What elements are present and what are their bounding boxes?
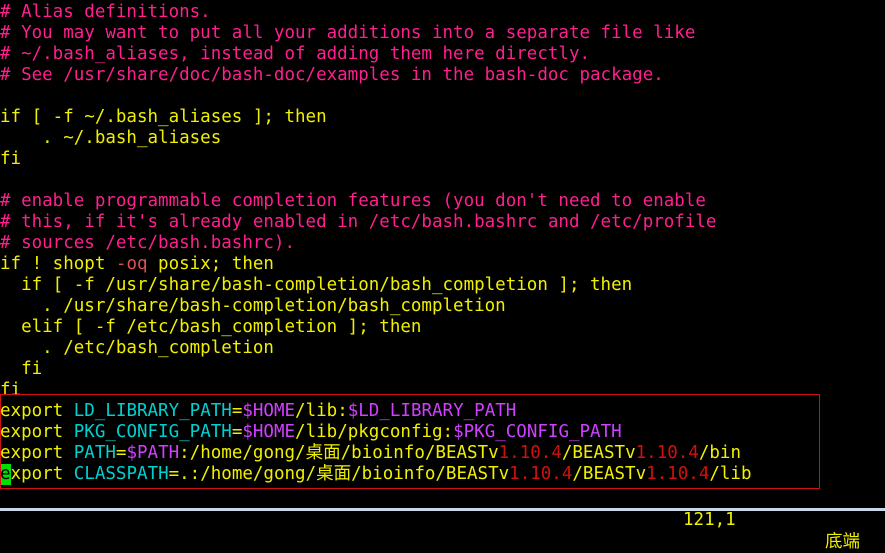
code-token: /BEASTv [572, 464, 647, 484]
code-line: # You may want to put all your additions… [0, 23, 696, 43]
variable-reference: $HOME [242, 401, 296, 421]
code-token-option: -oq [115, 254, 148, 274]
code-line: . ~/.bash_aliases [0, 128, 222, 148]
version-number: 1.10.4 [498, 443, 562, 463]
export-keyword: export [0, 422, 64, 442]
variable-reference: $PKG_CONFIG_PATH [453, 422, 622, 442]
export-variable-name: CLASSPATH [73, 464, 169, 484]
export-variable-name: LD_LIBRARY_PATH [73, 401, 232, 421]
code-token: = [231, 401, 243, 421]
export-keyword: xport [10, 464, 64, 484]
text-cursor: e [0, 464, 11, 485]
code-line: # See /usr/share/doc/bash-doc/examples i… [0, 65, 664, 85]
status-line: 121,1 底端 [0, 487, 885, 552]
version-number: 1.10.4 [635, 443, 699, 463]
code-token: = [231, 422, 243, 442]
code-line: # Alias definitions. [0, 2, 211, 22]
export-variable-name: PKG_CONFIG_PATH [73, 422, 232, 442]
code-token: /bin [698, 443, 741, 463]
code-line: . /usr/share/bash-completion/bash_comple… [0, 296, 506, 316]
code-line: if ! shopt -oq posix; then [0, 254, 885, 275]
code-line: if [ -f ~/.bash_aliases ]; then [0, 107, 327, 127]
code-line: if [ -f /usr/share/bash-completion/bash_… [0, 275, 633, 295]
version-number: 1.10.4 [509, 464, 573, 484]
code-line: fi [0, 359, 43, 379]
code-line: # sources /etc/bash.bashrc). [0, 233, 296, 253]
code-token: posix; then [147, 254, 274, 274]
scroll-position-indicator: 底端 [825, 532, 860, 552]
export-keyword: export [0, 443, 64, 463]
code-token: :/home/gong/桌面/bioinfo/BEASTv [179, 443, 499, 463]
code-token: =.:/home/gong/桌面/bioinfo/BEASTv [168, 464, 510, 484]
code-line: # ~/.bash_aliases, instead of adding the… [0, 44, 591, 64]
export-variable-name: PATH [73, 443, 116, 463]
code-line: fi [0, 380, 22, 400]
variable-reference: $PATH [126, 443, 180, 463]
export-line: export PATH=$PATH:/home/gong/桌面/bioinfo/… [0, 443, 885, 464]
code-line: # this, if it's already enabled in /etc/… [0, 212, 717, 232]
variable-reference: $LD_LIBRARY_PATH [347, 401, 517, 421]
code-token: /BEASTv [561, 443, 636, 463]
code-line: . /etc/bash_completion [0, 338, 274, 358]
version-number: 1.10.4 [646, 464, 710, 484]
export-keyword: export [0, 401, 64, 421]
code-line: fi [0, 149, 22, 169]
variable-reference: $HOME [242, 422, 296, 442]
export-line: export LD_LIBRARY_PATH=$HOME/lib:$LD_LIB… [0, 401, 885, 422]
cursor-position: 121,1 [683, 510, 736, 530]
code-token: /lib [709, 464, 752, 484]
export-line: export PKG_CONFIG_PATH=$HOME/lib/pkgconf… [0, 422, 885, 443]
export-line: export CLASSPATH=.:/home/gong/桌面/bioinfo… [0, 464, 885, 485]
code-token: /lib: [295, 401, 348, 421]
vim-editor[interactable]: # Alias definitions. # You may want to p… [0, 2, 885, 511]
code-token: if ! shopt [0, 254, 116, 274]
code-token: /lib/pkgconfig: [295, 422, 454, 442]
code-token: = [115, 443, 127, 463]
code-line: # enable programmable completion feature… [0, 191, 706, 211]
code-line: elif [ -f /etc/bash_completion ]; then [0, 317, 422, 337]
